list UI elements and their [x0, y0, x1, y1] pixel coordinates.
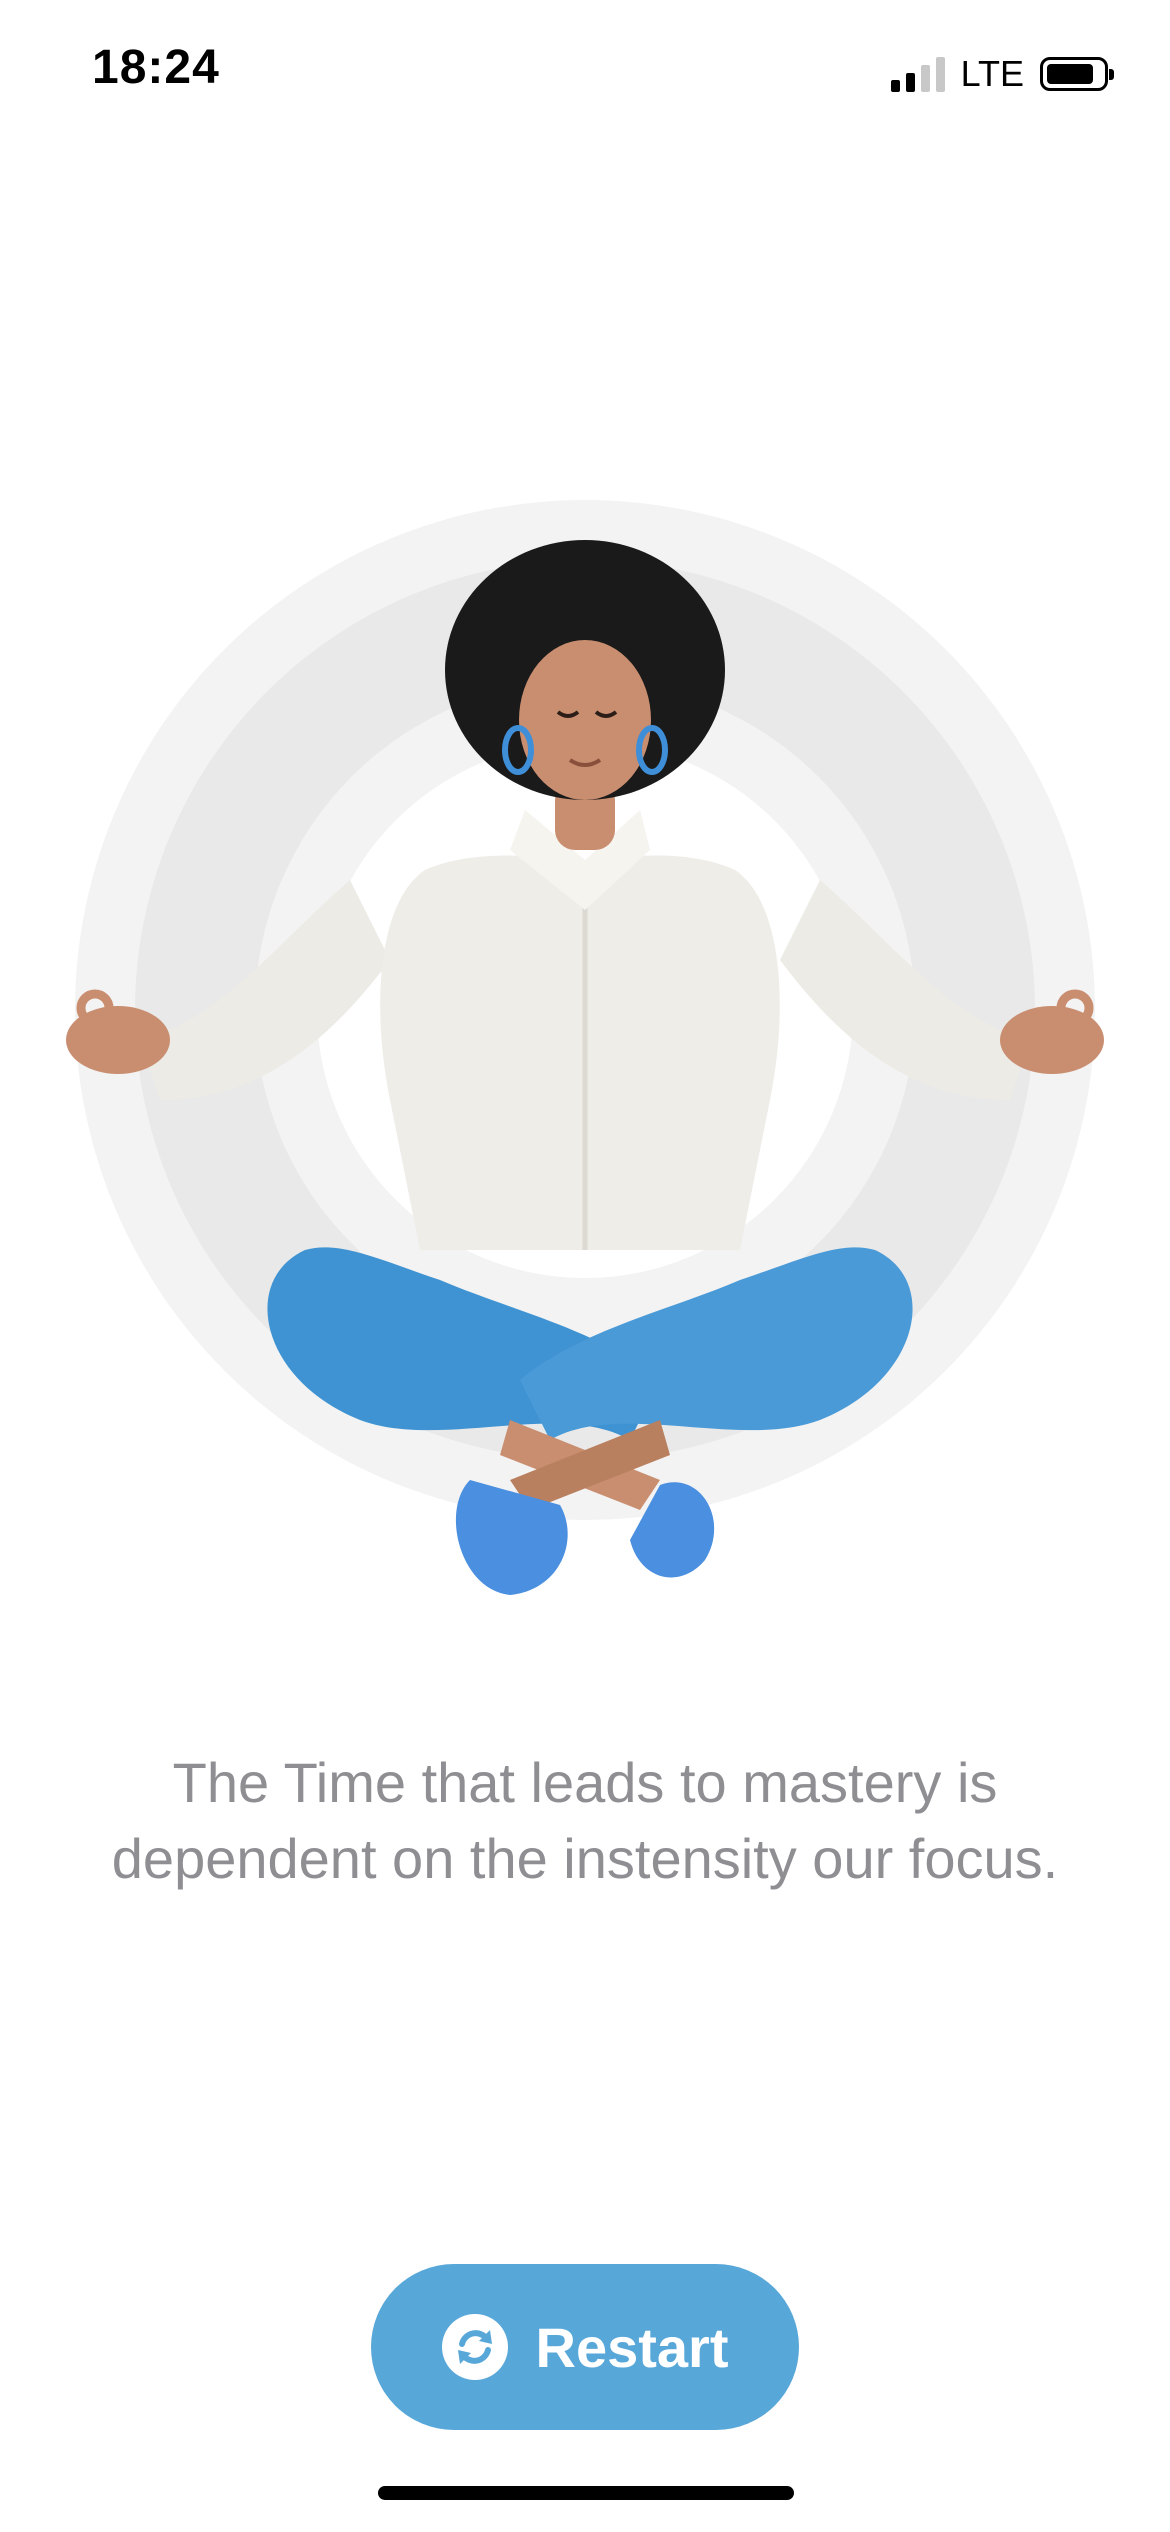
motivational-quote: The Time that leads to mastery is depend… — [60, 1745, 1110, 1897]
meditation-illustration — [40, 480, 1130, 1660]
battery-tip — [1109, 69, 1114, 80]
shirt — [380, 855, 780, 1250]
home-indicator[interactable] — [378, 2486, 794, 2500]
restart-button[interactable]: Restart — [371, 2264, 799, 2430]
restart-label: Restart — [535, 2315, 729, 2379]
battery-level — [1047, 64, 1093, 84]
status-indicators: LTE — [890, 52, 1114, 96]
status-time: 18:24 — [92, 41, 220, 94]
battery-icon — [1040, 57, 1114, 91]
face — [519, 640, 651, 800]
quote-line-1: The Time that leads to mastery is — [172, 1751, 998, 1814]
cellular-signal-icon — [890, 56, 945, 92]
quote-line-2: dependent on the instensity our focus. — [111, 1827, 1059, 1890]
refresh-icon — [441, 2314, 508, 2380]
status-bar: 18:24 LTE — [0, 0, 1170, 150]
network-type: LTE — [960, 53, 1024, 94]
